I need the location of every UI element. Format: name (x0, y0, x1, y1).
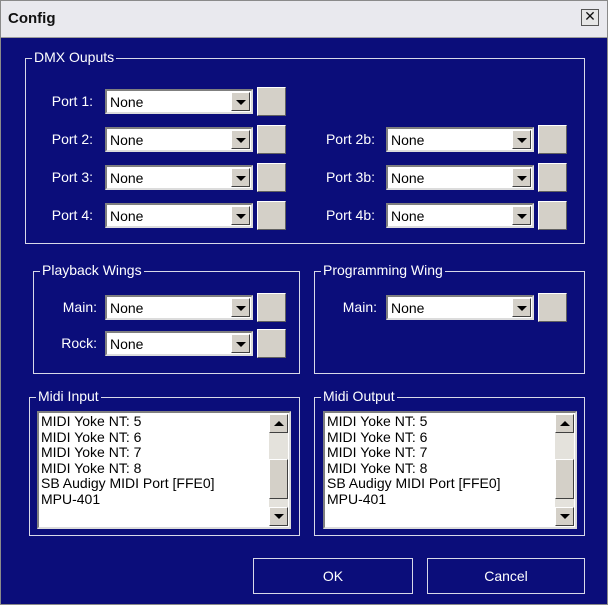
playback-rock-label: Rock: (61, 335, 97, 351)
chevron-down-icon[interactable] (512, 206, 531, 225)
port-1-config-button[interactable] (257, 87, 286, 116)
port-1-select[interactable]: None (105, 89, 253, 114)
list-item[interactable]: MIDI Yoke NT: 7 (327, 444, 501, 461)
port-3b-value: None (391, 170, 425, 186)
port-3b-config-button[interactable] (538, 163, 567, 192)
port-4-label: Port 4: (51, 207, 93, 223)
scroll-up-icon[interactable] (269, 414, 288, 433)
port-3-select[interactable]: None (105, 165, 253, 190)
port-2-select[interactable]: None (105, 127, 253, 152)
window-title: Config (8, 10, 56, 27)
programming-wing-group: Programming Wing (314, 262, 585, 374)
chevron-down-icon[interactable] (231, 298, 250, 317)
port-4b-value: None (391, 208, 425, 224)
dmx-outputs-legend: DMX Ouputs (32, 49, 117, 65)
close-icon[interactable]: ✕ (581, 9, 599, 26)
port-2-config-button[interactable] (257, 125, 286, 154)
programming-main-value: None (391, 300, 425, 316)
list-item[interactable]: MIDI Yoke NT: 5 (327, 413, 501, 430)
port-4b-config-button[interactable] (538, 201, 567, 230)
playback-rock-config-button[interactable] (257, 329, 286, 358)
midi-output-scrollbar[interactable] (555, 414, 574, 526)
list-item[interactable]: MPU-401 (327, 491, 501, 508)
port-4-select[interactable]: None (105, 203, 253, 228)
port-4b-label: Port 4b: (325, 207, 375, 223)
list-item[interactable]: MIDI Yoke NT: 6 (41, 429, 215, 446)
port-2b-select[interactable]: None (386, 127, 534, 152)
chevron-down-icon[interactable] (512, 298, 531, 317)
programming-wing-legend: Programming Wing (321, 262, 445, 278)
list-item[interactable]: MIDI Yoke NT: 5 (41, 413, 215, 430)
chevron-down-icon[interactable] (231, 92, 250, 111)
port-2-label: Port 2: (51, 131, 93, 147)
port-2-value: None (110, 132, 144, 148)
scroll-up-icon[interactable] (555, 414, 574, 433)
cancel-button[interactable]: Cancel (427, 558, 585, 594)
port-2b-config-button[interactable] (538, 125, 567, 154)
port-1-label: Port 1: (51, 93, 93, 109)
playback-main-value: None (110, 300, 144, 316)
midi-output-list[interactable]: MIDI Yoke NT: 5 MIDI Yoke NT: 6 MIDI Yok… (323, 411, 577, 529)
port-4b-select[interactable]: None (386, 203, 534, 228)
scroll-down-icon[interactable] (269, 507, 288, 526)
port-1-value: None (110, 94, 144, 110)
port-2b-value: None (391, 132, 425, 148)
list-item[interactable]: MIDI Yoke NT: 8 (41, 460, 215, 477)
port-3-value: None (110, 170, 144, 186)
ok-button[interactable]: OK (253, 558, 413, 594)
config-dialog: Config ✕ DMX Ouputs Port 1: None Port 2:… (0, 0, 608, 605)
port-3-config-button[interactable] (257, 163, 286, 192)
midi-input-list[interactable]: MIDI Yoke NT: 5 MIDI Yoke NT: 6 MIDI Yok… (37, 411, 291, 529)
list-item[interactable]: SB Audigy MIDI Port [FFE0] (327, 475, 501, 492)
list-item[interactable]: SB Audigy MIDI Port [FFE0] (41, 475, 215, 492)
programming-main-config-button[interactable] (538, 293, 567, 322)
playback-wings-group: Playback Wings (33, 262, 300, 374)
midi-input-legend: Midi Input (36, 388, 101, 404)
scroll-down-icon[interactable] (555, 507, 574, 526)
port-3b-label: Port 3b: (325, 169, 375, 185)
chevron-down-icon[interactable] (231, 130, 250, 149)
port-4-config-button[interactable] (257, 201, 286, 230)
midi-input-items: MIDI Yoke NT: 5 MIDI Yoke NT: 6 MIDI Yok… (41, 413, 215, 508)
port-4-value: None (110, 208, 144, 224)
midi-output-legend: Midi Output (321, 388, 397, 404)
list-item[interactable]: MPU-401 (41, 491, 215, 508)
playback-rock-select[interactable]: None (105, 331, 253, 356)
port-3-label: Port 3: (51, 169, 93, 185)
playback-rock-value: None (110, 336, 144, 352)
playback-wings-legend: Playback Wings (40, 262, 144, 278)
chevron-down-icon[interactable] (512, 130, 531, 149)
programming-main-label: Main: (342, 299, 377, 315)
port-3b-select[interactable]: None (386, 165, 534, 190)
chevron-down-icon[interactable] (512, 168, 531, 187)
list-item[interactable]: MIDI Yoke NT: 8 (327, 460, 501, 477)
scrollbar-thumb[interactable] (555, 459, 574, 499)
midi-input-scrollbar[interactable] (269, 414, 288, 526)
playback-main-config-button[interactable] (257, 293, 286, 322)
chevron-down-icon[interactable] (231, 334, 250, 353)
scrollbar-thumb[interactable] (269, 459, 288, 499)
list-item[interactable]: MIDI Yoke NT: 7 (41, 444, 215, 461)
programming-main-select[interactable]: None (386, 295, 534, 320)
playback-main-select[interactable]: None (105, 295, 253, 320)
midi-output-items: MIDI Yoke NT: 5 MIDI Yoke NT: 6 MIDI Yok… (327, 413, 501, 508)
title-bar[interactable]: Config ✕ (1, 1, 607, 38)
chevron-down-icon[interactable] (231, 168, 250, 187)
playback-main-label: Main: (62, 299, 97, 315)
list-item[interactable]: MIDI Yoke NT: 6 (327, 429, 501, 446)
chevron-down-icon[interactable] (231, 206, 250, 225)
port-2b-label: Port 2b: (325, 131, 375, 147)
